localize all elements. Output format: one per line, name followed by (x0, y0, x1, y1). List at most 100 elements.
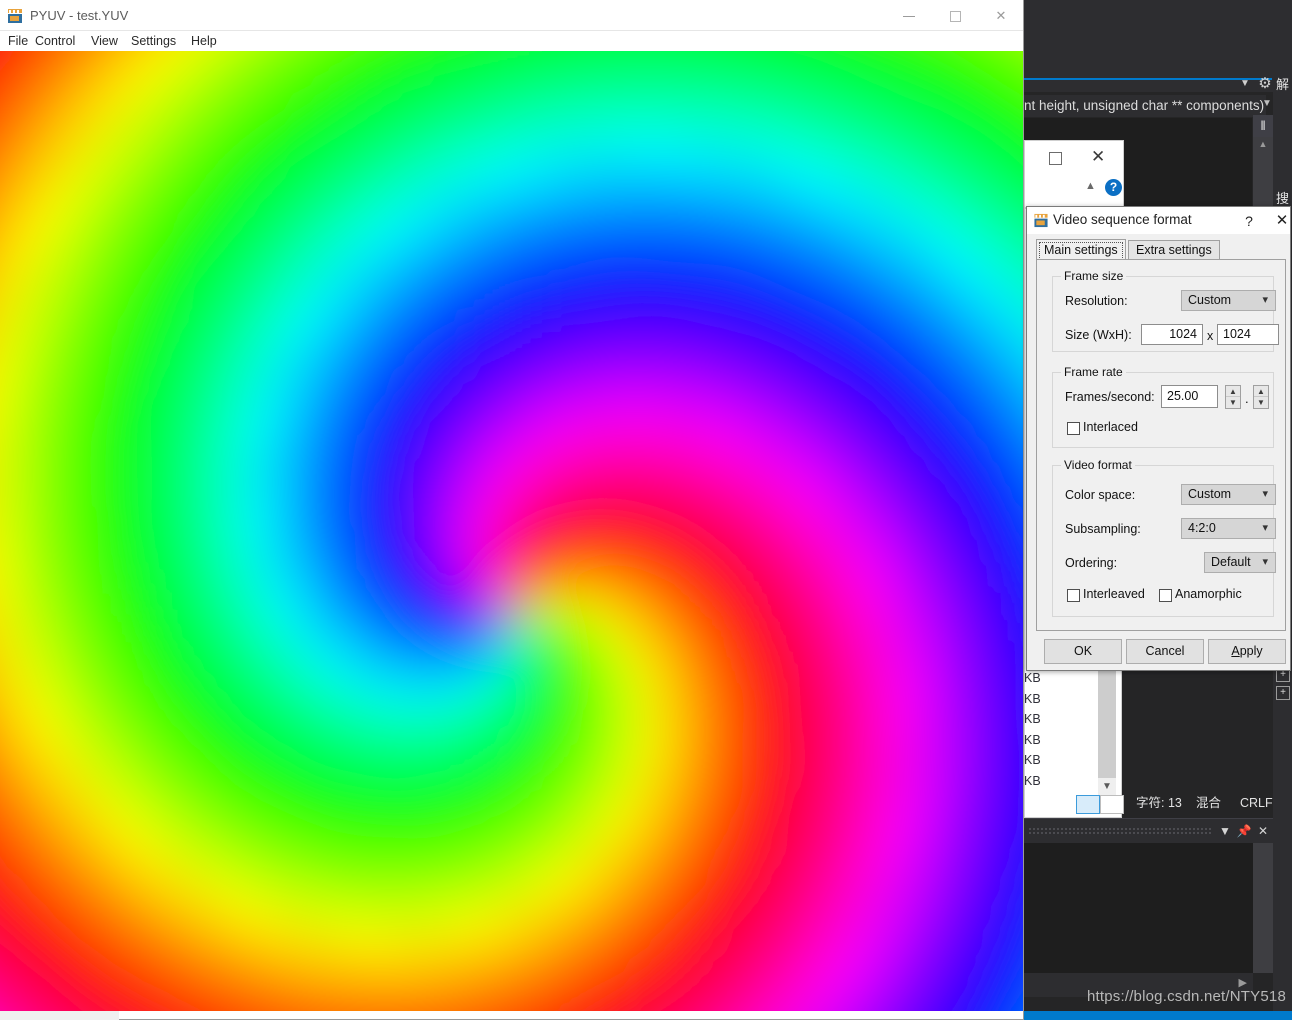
file-size-cell: KB (1024, 773, 1041, 788)
ide-navbar-accent (1024, 78, 1272, 80)
maximize-icon[interactable] (1049, 152, 1062, 165)
interlaced-label: Interlaced (1083, 420, 1138, 434)
focus-ring (1039, 242, 1123, 260)
fps-input[interactable]: 25.00 (1161, 385, 1218, 408)
ordering-label: Ordering: (1065, 556, 1118, 570)
fps-integer-stepper[interactable]: ▲ ▼ (1225, 385, 1241, 409)
size-height-value: 1024 (1223, 327, 1251, 341)
fps-label: Frames/second: (1065, 390, 1155, 404)
fps-value: 25.00 (1167, 389, 1199, 403)
menu-item-help[interactable]: Help (186, 33, 222, 49)
subsampling-select[interactable]: 4:2:0 ▾ (1181, 518, 1276, 539)
tab-extra-settings[interactable]: Extra settings (1128, 240, 1220, 260)
resolution-label: Resolution: (1065, 294, 1128, 308)
gear-icon[interactable]: ⚙ (1256, 75, 1274, 93)
size-label: Size (WxH): (1065, 328, 1132, 342)
help-icon[interactable]: ? (1239, 211, 1259, 231)
drag-handle[interactable] (1028, 827, 1213, 834)
status-chars: 字符: 13 (1136, 796, 1182, 810)
pyuv-app-icon (1034, 213, 1048, 228)
size-height-input[interactable]: 1024 (1217, 324, 1279, 345)
minimize-icon[interactable] (886, 0, 932, 31)
chevron-down-icon: ▾ (1262, 556, 1268, 568)
apply-button[interactable]: Apply (1208, 639, 1286, 664)
close-icon[interactable]: ✕ (978, 0, 1024, 31)
close-icon[interactable]: ✕ (1254, 822, 1272, 840)
file-size-cell: KB (1024, 732, 1041, 747)
menu-item-file[interactable]: File (3, 33, 33, 49)
color-space-value: Custom (1188, 487, 1232, 501)
group-frame-rate-legend: Frame rate (1061, 365, 1126, 379)
stepper-down-icon[interactable]: ▼ (1254, 397, 1268, 408)
subsampling-label: Subsampling: (1065, 522, 1141, 536)
size-width-value: 1024 (1169, 327, 1197, 341)
ok-button[interactable]: OK (1044, 639, 1122, 664)
preview-pane-icon[interactable] (1100, 795, 1124, 814)
file-size-cell: KB (1024, 691, 1041, 706)
stepper-up-icon[interactable]: ▲ (1254, 386, 1268, 397)
pin-icon[interactable]: 📌 (1235, 822, 1253, 840)
chevron-up-icon[interactable]: ▲ (1253, 139, 1273, 149)
group-video-format-legend: Video format (1061, 458, 1135, 472)
chevron-down-icon: ▾ (1262, 488, 1268, 500)
file-size-column: KB KB KB KB KB KB (1024, 668, 1094, 792)
pyuv-status-bar (0, 1011, 119, 1020)
file-list-scrollbar[interactable] (1098, 668, 1116, 792)
resolution-select[interactable]: Custom ▾ (1181, 290, 1276, 311)
list-view-icon[interactable] (1076, 795, 1100, 814)
file-size-cell: KB (1024, 671, 1041, 685)
checkbox-box (1067, 589, 1080, 602)
apply-button-mnemonic: A (1231, 644, 1240, 658)
chevron-down-icon[interactable]: ▼ (1098, 778, 1116, 796)
pyuv-title-bar[interactable]: PYUV - test.YUV ✕ (0, 0, 1023, 31)
chevron-down-icon: ▾ (1262, 294, 1268, 306)
close-icon[interactable]: ✕ (1091, 147, 1105, 167)
group-video-format: Video format Color space: Custom ▾ Subsa… (1052, 458, 1276, 617)
menu-item-view[interactable]: View (86, 33, 123, 49)
ide-output-scrollbar[interactable] (1253, 843, 1273, 973)
maximize-icon[interactable] (932, 0, 978, 31)
fps-decimal-stepper[interactable]: ▲ ▼ (1253, 385, 1269, 409)
pyuv-main-window: PYUV - test.YUV ✕ File Control View Sett… (0, 0, 1024, 1020)
size-width-input[interactable]: 1024 (1141, 324, 1203, 345)
pyuv-app-icon (8, 9, 22, 23)
chevron-down-icon[interactable]: ▼ (1216, 822, 1234, 840)
chevron-up-icon[interactable]: ▲ (1085, 180, 1096, 192)
file-size-cell: KB (1024, 753, 1041, 768)
color-space-select[interactable]: Custom ▾ (1181, 484, 1276, 505)
stepper-down-icon[interactable]: ▼ (1226, 397, 1240, 408)
anamorphic-label: Anamorphic (1175, 587, 1242, 601)
background-properties-dialog: ✕ ▲ ? (1024, 140, 1124, 208)
chevron-down-icon[interactable]: ▼ (1240, 78, 1250, 89)
dialog-tab-strip: Main settings Extra settings (1036, 239, 1286, 261)
cancel-button[interactable]: Cancel (1126, 639, 1204, 664)
pyuv-video-canvas[interactable] (0, 51, 1023, 1011)
ordering-value: Default (1211, 555, 1251, 569)
sidebar-tab-search[interactable]: 搜 (1274, 188, 1291, 207)
group-frame-size-legend: Frame size (1061, 269, 1127, 283)
ide-output-panel-header: ▼ 📌 ✕ (1024, 819, 1273, 843)
help-icon[interactable]: ? (1105, 179, 1122, 196)
menu-item-settings[interactable]: Settings (126, 33, 181, 49)
apply-button-label: pply (1239, 644, 1263, 658)
dialog-title-bar[interactable]: Video sequence format ? ✕ (1027, 207, 1290, 234)
stepper-up-icon[interactable]: ▲ (1226, 386, 1240, 397)
resolution-value: Custom (1188, 293, 1232, 307)
color-space-label: Color space: (1065, 488, 1136, 502)
tab-extra-settings-label: Extra settings (1136, 243, 1212, 257)
close-icon[interactable]: ✕ (1272, 211, 1292, 231)
ide-output-panel-body (1024, 843, 1253, 973)
sidebar-tab-solution-explorer[interactable]: 解 (1274, 74, 1291, 93)
subsampling-value: 4:2:0 (1188, 521, 1216, 535)
expand-icon-2[interactable]: + (1276, 686, 1290, 700)
ordering-select[interactable]: Default ▾ (1204, 552, 1276, 573)
tab-main-settings[interactable]: Main settings (1036, 239, 1126, 261)
group-frame-size: Frame size Resolution: Custom ▾ Size (Wx… (1052, 269, 1279, 352)
video-sequence-format-dialog: Video sequence format ? ✕ Main settings … (1026, 206, 1291, 671)
ide-status-bar (1024, 1011, 1292, 1020)
split-view-icon[interactable]: ‖ (1253, 115, 1273, 137)
chevron-down-icon[interactable]: ▼ (1262, 98, 1272, 109)
ide-output-panel: ▼ 📌 ✕ ▶ (1024, 818, 1273, 997)
menu-item-control[interactable]: Control (30, 33, 80, 49)
editor-status-bar: 字符: 13 混合 CRLF (1122, 793, 1274, 813)
